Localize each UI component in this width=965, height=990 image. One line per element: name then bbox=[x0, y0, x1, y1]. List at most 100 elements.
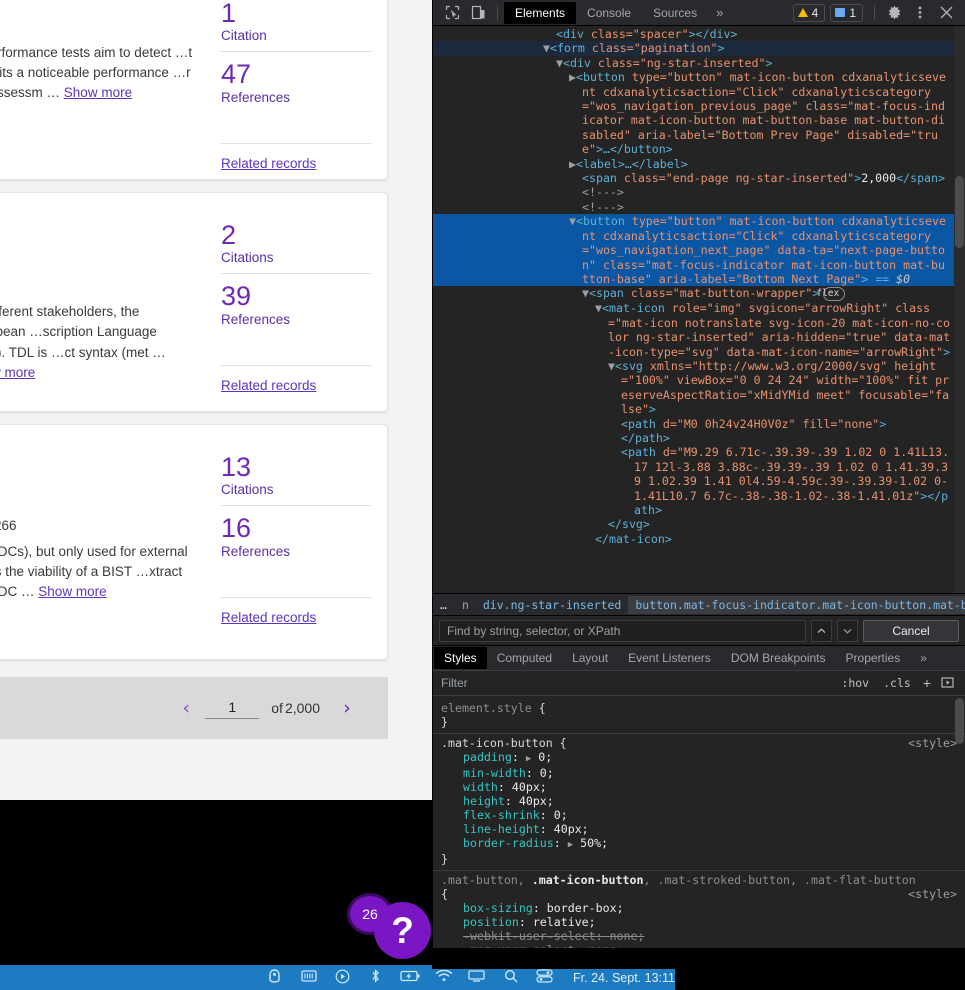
dom-node-line[interactable]: ▼<form class="pagination"> bbox=[433, 41, 965, 56]
messages-badge[interactable]: 1 bbox=[830, 3, 863, 22]
tab-elements[interactable]: Elements bbox=[504, 1, 577, 24]
breadcrumb-item-2[interactable]: button.mat-focus-indicator.mat-icon-butt… bbox=[628, 595, 965, 614]
show-more-link[interactable]: Show more bbox=[38, 584, 106, 599]
battery-charging-icon[interactable] bbox=[393, 970, 427, 985]
more-tabs-chevron-icon[interactable]: » bbox=[708, 2, 731, 23]
tab-console[interactable]: Console bbox=[576, 2, 642, 24]
style-value[interactable]: 0 bbox=[540, 766, 547, 780]
dom-tree[interactable]: <div class="spacer"></div> ▼<form class="… bbox=[433, 26, 965, 593]
expand-arrow-icon[interactable]: ▶ bbox=[526, 754, 531, 764]
style-property[interactable]: height bbox=[463, 794, 505, 808]
style-declaration[interactable]: height: 40px; bbox=[441, 794, 957, 808]
style-rule-selector[interactable]: element.style { bbox=[441, 701, 957, 715]
taskbar-clock[interactable]: Fr. 24. Sept. 13:11 bbox=[573, 971, 675, 985]
dom-node-line[interactable]: </mat-icon> bbox=[433, 532, 965, 546]
styles-filter-input[interactable] bbox=[439, 675, 835, 691]
cancel-button[interactable]: Cancel bbox=[863, 619, 959, 642]
search-icon[interactable] bbox=[494, 969, 528, 986]
related-records-link[interactable]: Related records bbox=[221, 378, 316, 393]
dom-node-line[interactable]: ▼<svg xmlns="http://www.w3.org/2000/svg"… bbox=[433, 359, 965, 417]
style-rule[interactable]: element.style {} bbox=[433, 699, 965, 733]
tab-sources[interactable]: Sources bbox=[642, 2, 708, 24]
search-result-card[interactable]: … different stakeholders, the European …… bbox=[0, 192, 388, 412]
dom-node-line[interactable]: <!---> bbox=[433, 200, 965, 214]
display-icon[interactable] bbox=[460, 970, 494, 985]
hov-button[interactable]: :hov bbox=[834, 676, 876, 690]
style-rule-selector[interactable]: .mat-icon-button {<style> bbox=[441, 736, 957, 750]
tab-properties[interactable]: Properties bbox=[836, 647, 911, 669]
page-number-input[interactable] bbox=[205, 697, 260, 719]
breadcrumb-item-0[interactable]: n bbox=[455, 596, 476, 614]
dom-node-line[interactable]: ▶<button type="button" mat-icon-button c… bbox=[433, 70, 965, 156]
wifi-icon[interactable] bbox=[426, 969, 460, 985]
media-play-icon[interactable] bbox=[325, 969, 359, 987]
style-declaration[interactable]: width: 40px; bbox=[441, 780, 957, 794]
style-rule-origin[interactable]: <style> bbox=[908, 736, 957, 750]
style-rule[interactable]: .mat-icon-button {<style> padding: ▶ 0; mi… bbox=[433, 733, 965, 870]
dom-node-line[interactable]: <path d="M9.29 6.71c-.39.39-.39 1.02 0 1… bbox=[433, 445, 965, 517]
more-vertical-icon[interactable] bbox=[907, 2, 933, 24]
style-declaration[interactable]: min-width: 0; bbox=[441, 766, 957, 780]
style-property[interactable]: border-radius bbox=[463, 836, 554, 850]
style-property[interactable]: flex-shrink bbox=[463, 808, 540, 822]
dom-node-line[interactable]: <div class="spacer"></div> bbox=[433, 27, 965, 41]
dom-node-line[interactable]: <path d="M0 0h24v24H0V0z" fill="none"> bbox=[433, 417, 965, 431]
style-property[interactable]: position bbox=[463, 915, 519, 929]
show-more-link[interactable]: Show more bbox=[0, 365, 35, 380]
related-records-link[interactable]: Related records bbox=[221, 610, 316, 625]
breadcrumb-item-1[interactable]: div.ng-star-inserted bbox=[476, 596, 628, 614]
find-input[interactable] bbox=[439, 619, 806, 642]
style-property[interactable]: padding bbox=[463, 750, 512, 764]
tab-dom-breakpoints[interactable]: DOM Breakpoints bbox=[721, 647, 836, 669]
tab-layout[interactable]: Layout bbox=[562, 647, 618, 669]
style-declaration[interactable]: padding: ▶ 0; bbox=[441, 750, 957, 766]
styles-more-chevron-icon[interactable]: » bbox=[910, 647, 937, 669]
new-style-rule-plus-icon[interactable]: + bbox=[918, 675, 936, 691]
style-value[interactable]: 40px bbox=[554, 822, 582, 836]
cls-button[interactable]: .cls bbox=[876, 676, 918, 690]
expand-arrow-icon[interactable]: ▶ bbox=[568, 840, 573, 850]
style-declaration[interactable]: position: relative; bbox=[441, 915, 957, 929]
style-declaration[interactable]: border-radius: ▶ 50%; bbox=[441, 836, 957, 852]
settings-toggle-icon[interactable] bbox=[527, 969, 561, 986]
style-value[interactable]: 50% bbox=[580, 836, 601, 850]
dom-node-line[interactable]: ▼<mat-icon role="img" svgicon="arrowRigh… bbox=[433, 301, 965, 359]
search-result-card[interactable]: 255-266 … (ADCs), but only used for exte… bbox=[0, 424, 388, 660]
tab-event-listeners[interactable]: Event Listeners bbox=[618, 647, 721, 669]
style-property[interactable]: min-width bbox=[463, 766, 526, 780]
gear-icon[interactable] bbox=[881, 2, 907, 24]
styles-pane[interactable]: element.style {} .mat-icon-button {<style… bbox=[433, 696, 965, 969]
dom-node-line[interactable]: …▼<button type="button" mat-icon-button … bbox=[433, 214, 965, 287]
dom-node-line[interactable]: </svg> bbox=[433, 517, 965, 531]
style-rule-origin[interactable]: <style> bbox=[908, 887, 957, 901]
toggle-computed-pane-icon[interactable] bbox=[936, 675, 959, 691]
find-prev-button[interactable] bbox=[811, 619, 832, 642]
dom-node-line[interactable]: <!---> bbox=[433, 185, 965, 199]
styles-scrollbar-thumb[interactable] bbox=[955, 698, 964, 744]
warnings-badge[interactable]: 4 bbox=[792, 3, 826, 22]
style-declaration[interactable]: -webkit-user-select: none; bbox=[441, 929, 957, 943]
style-value[interactable]: 40px bbox=[519, 794, 547, 808]
dom-node-line[interactable]: </path> bbox=[433, 431, 965, 445]
tab-styles[interactable]: Styles bbox=[434, 647, 487, 669]
dom-node-line[interactable]: ▼<span class="mat-button-wrapper">flex bbox=[433, 286, 965, 302]
style-value[interactable]: relative bbox=[533, 915, 589, 929]
style-property[interactable]: line-height bbox=[463, 822, 540, 836]
style-declaration[interactable]: line-height: 40px; bbox=[441, 822, 957, 836]
style-rule-selector[interactable]: .mat-button, .mat-icon-button, .mat-stro… bbox=[441, 873, 957, 901]
dom-node-line[interactable]: <span class="end-page ng-star-inserted">… bbox=[433, 171, 965, 185]
dom-scrollbar-track[interactable] bbox=[954, 26, 965, 593]
bluetooth-icon[interactable] bbox=[359, 968, 393, 987]
style-value[interactable]: none bbox=[610, 929, 638, 943]
style-value[interactable]: 40px bbox=[512, 780, 540, 794]
style-value[interactable]: border-box bbox=[547, 901, 617, 915]
find-next-button[interactable] bbox=[837, 619, 858, 642]
show-more-link[interactable]: Show more bbox=[64, 85, 132, 100]
help-widget[interactable]: 26 ? bbox=[347, 891, 435, 959]
keyboard-icon[interactable] bbox=[292, 970, 326, 985]
style-declaration[interactable]: flex-shrink: 0; bbox=[441, 808, 957, 822]
fingerprint-icon[interactable] bbox=[258, 968, 292, 987]
next-page-button[interactable]: › bbox=[334, 698, 360, 718]
question-mark-icon[interactable]: ? bbox=[374, 902, 431, 959]
search-result-card[interactable]: … (5) …Performance tests aim to detect …… bbox=[0, 0, 388, 180]
